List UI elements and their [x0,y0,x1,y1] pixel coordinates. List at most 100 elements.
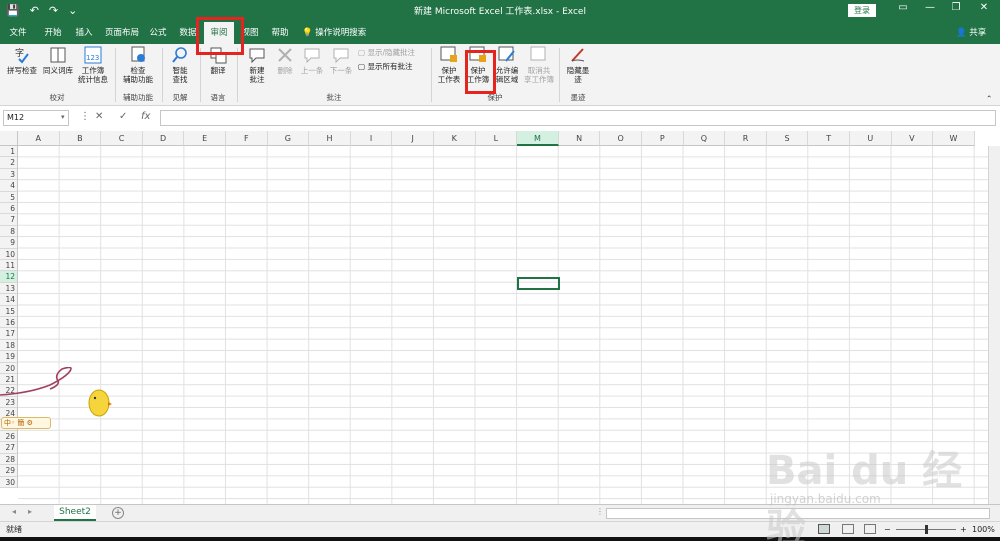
hide-ink-button[interactable]: 隐藏墨 迹 [563,46,593,84]
column-header[interactable]: E [184,131,226,146]
enter-formula-icon[interactable]: ✓ [119,111,127,122]
prev-sheet-icon[interactable]: ◂ [12,507,16,516]
ribbon-display-options-icon[interactable]: ▭ [893,2,913,13]
share-label: 共享 [969,28,987,38]
row-header[interactable]: 30 [0,476,18,488]
restore-button[interactable]: ❐ [946,2,966,13]
thesaurus-button[interactable]: 同义词库 [40,46,76,75]
protect-sheet-button[interactable]: 保护 工作表 [435,46,463,84]
row-header[interactable]: 14 [0,294,18,306]
row-header[interactable]: 29 [0,465,18,477]
column-header[interactable]: G [267,131,310,146]
add-sheet-button[interactable]: + [112,507,124,519]
new-comment-label-2: 批注 [249,75,265,84]
workbook-statistics-button[interactable]: 123 工作簿 统计信息 [76,46,110,84]
next-comment-button[interactable]: 下一条 [327,46,355,75]
column-header[interactable]: B [59,131,102,146]
column-header[interactable]: U [850,131,892,146]
column-header[interactable]: L [475,131,518,146]
row-header[interactable]: 10 [0,248,18,260]
spell-check-button[interactable]: 字 拼写检查 [4,46,40,75]
row-header[interactable]: 2 [0,157,18,169]
row-header[interactable]: 3 [0,168,18,181]
previous-comment-icon [304,48,320,64]
column-header[interactable]: Q [683,131,726,146]
row-header[interactable]: 9 [0,237,18,249]
column-header[interactable]: P [642,131,684,146]
column-header[interactable]: K [434,131,476,146]
column-header[interactable]: S [766,131,809,146]
row-header[interactable]: 16 [0,317,18,329]
selected-cell[interactable] [517,277,560,290]
row-header[interactable]: 5 [0,191,18,203]
tell-me-search[interactable]: 💡 操作说明搜索 [302,22,366,44]
row-header[interactable]: 27 [0,442,18,454]
select-all-corner[interactable] [0,131,18,146]
column-header[interactable]: A [18,131,60,146]
share-button[interactable]: 👤 共享 [956,22,986,44]
unshare-workbook-button[interactable]: 取消共 享工作簿 [523,46,555,84]
row-header[interactable]: 6 [0,203,18,215]
tab-formulas[interactable]: 公式 [144,22,172,44]
row-header[interactable]: 17 [0,328,18,340]
close-button[interactable]: ✕ [974,2,994,13]
row-header[interactable]: 12 [0,271,18,283]
column-header[interactable]: F [226,131,268,146]
show-all-comments-icon: ▢ [358,62,366,71]
delete-comment-button[interactable]: 删除 [273,46,297,75]
allow-edit-ranges-button[interactable]: 允许编 辑区域 [493,46,521,84]
column-header[interactable]: D [142,131,185,146]
column-header[interactable]: W [933,131,975,146]
minimize-button[interactable]: — [920,2,940,13]
row-header[interactable]: 11 [0,260,18,272]
column-header[interactable]: I [350,131,393,146]
group-separator [559,48,560,102]
tab-home[interactable]: 开始 [38,22,68,44]
row-header[interactable]: 4 [0,180,18,192]
name-box-dropdown-icon[interactable]: ▾ [61,113,65,121]
thesaurus-label: 同义词库 [43,66,73,75]
tab-insert[interactable]: 插入 [70,22,98,44]
row-header[interactable]: 7 [0,214,18,226]
smart-lookup-icon [172,47,187,63]
next-sheet-icon[interactable]: ▸ [28,507,32,516]
row-header[interactable]: 15 [0,305,18,317]
row-header[interactable]: 8 [0,225,18,238]
check-accessibility-button[interactable]: 检查 辅助功能 [119,46,157,84]
row-header[interactable]: 18 [0,339,18,352]
column-header[interactable]: V [891,131,934,146]
login-button[interactable]: 登录 [848,4,876,17]
delete-comment-label: 删除 [277,66,293,75]
sheet-tab-sheet2[interactable]: Sheet2 [54,505,96,521]
row-header[interactable]: 26 [0,431,18,443]
insert-function-icon[interactable]: fx [141,111,150,122]
column-header[interactable]: M [517,131,559,146]
workbook-statistics-label-1: 工作簿 [81,66,105,75]
column-header[interactable]: H [309,131,351,146]
tab-page-layout[interactable]: 页面布局 [102,22,142,44]
smart-lookup-button[interactable]: 智能 查找 [166,46,194,84]
row-header[interactable]: 28 [0,453,18,466]
cancel-formula-icon[interactable]: ✕ [95,111,103,122]
collapse-ribbon-icon[interactable]: ⌃ [986,94,992,104]
vertical-dots-icon: ⋮ [80,111,90,122]
show-hide-comment-button[interactable]: ▢ 显示/隐藏批注 [358,48,415,58]
row-header[interactable]: 13 [0,282,18,295]
column-header[interactable]: O [600,131,642,146]
show-all-comments-button[interactable]: ▢ 显示所有批注 [358,62,412,72]
sheet-bar-dots-icon[interactable]: ⋮ [596,507,604,516]
column-header[interactable]: N [558,131,601,146]
column-header[interactable]: J [392,131,434,146]
row-header[interactable]: 1 [0,146,18,158]
tab-help[interactable]: 帮助 [266,22,294,44]
column-header[interactable]: R [725,131,767,146]
column-header[interactable]: T [808,131,850,146]
column-header[interactable]: C [101,131,143,146]
tab-file[interactable]: 文件 [4,22,32,44]
check-accessibility-label-2: 辅助功能 [123,75,153,84]
name-box[interactable]: M12 [3,110,69,126]
formula-input[interactable] [160,110,996,126]
row-header[interactable]: 19 [0,351,18,363]
new-comment-button[interactable]: 新建 批注 [242,46,272,84]
previous-comment-button[interactable]: 上一条 [298,46,326,75]
